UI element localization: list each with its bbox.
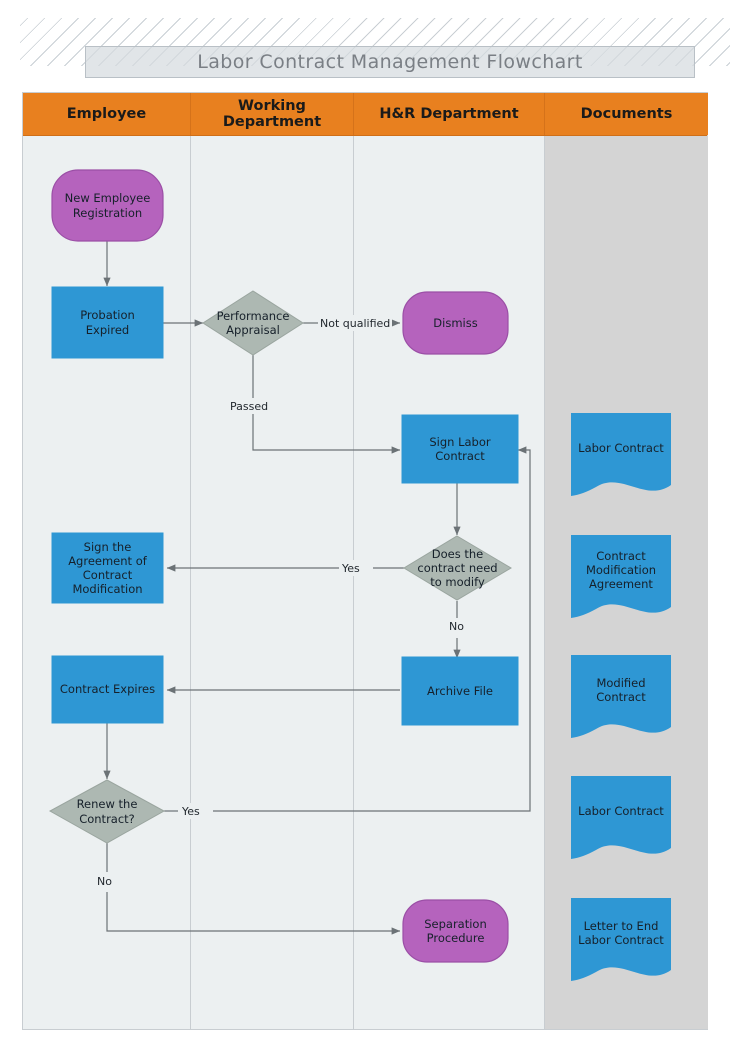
shape-sign-labor-contract[interactable]: [401, 414, 519, 484]
label-doc-letter-to-end-labor-contract: Letter to End Labor Contract: [571, 898, 671, 968]
connector-passed-to-sign-labor-contract: [252, 352, 401, 454]
edge-label-modify-no: No: [447, 618, 466, 634]
edge-label-not-qualified: Not qualified: [318, 315, 393, 331]
shape-separation-procedure[interactable]: [402, 899, 509, 963]
shape-archive-file[interactable]: [401, 656, 519, 726]
label-doc-letter-line2: Labor Contract: [578, 933, 664, 947]
label-doc-letter-line1: Letter to End: [583, 918, 659, 933]
label-doc-modified-line2: Contract: [596, 690, 646, 704]
edge-label-passed: Passed: [228, 398, 271, 414]
shape-performance-appraisal[interactable]: [202, 290, 304, 356]
shape-contract-expires[interactable]: [51, 655, 164, 724]
label-doc-cma-line3: Agreement: [589, 577, 653, 591]
label-doc-cma-line1: Contract: [596, 548, 646, 563]
shape-does-contract-need-to-modify[interactable]: [403, 535, 512, 601]
shape-probation-expired[interactable]: [51, 286, 164, 359]
label-doc-labor-contract-1: Labor Contract: [571, 413, 671, 483]
label-doc-labor-contract-2-text: Labor Contract: [578, 803, 664, 818]
label-doc-labor-contract-1-text: Labor Contract: [578, 440, 664, 455]
shape-new-employee-registration[interactable]: [51, 169, 164, 242]
edge-label-renew-yes: Yes: [180, 803, 202, 819]
shape-renew-the-contract[interactable]: [48, 779, 166, 844]
shape-sign-agreement-of-contract-modification[interactable]: [51, 532, 164, 604]
edge-label-renew-no: No: [95, 873, 114, 889]
flowchart-shapes-layer: [48, 169, 671, 981]
label-doc-modified-line1: Modified: [596, 675, 646, 690]
label-doc-contract-modification-agreement: Contract Modification Agreement: [571, 535, 671, 605]
shape-dismiss[interactable]: [402, 291, 509, 355]
label-doc-modified-contract: Modified Contract: [571, 655, 671, 725]
edge-label-modify-yes: Yes: [340, 560, 362, 576]
connector-renew-no-to-separation: [106, 892, 401, 935]
label-doc-cma-line2: Modification: [585, 562, 657, 577]
label-doc-labor-contract-2: Labor Contract: [571, 776, 671, 846]
connector-renew-yes-to-sign-labor-contract: [213, 446, 531, 812]
